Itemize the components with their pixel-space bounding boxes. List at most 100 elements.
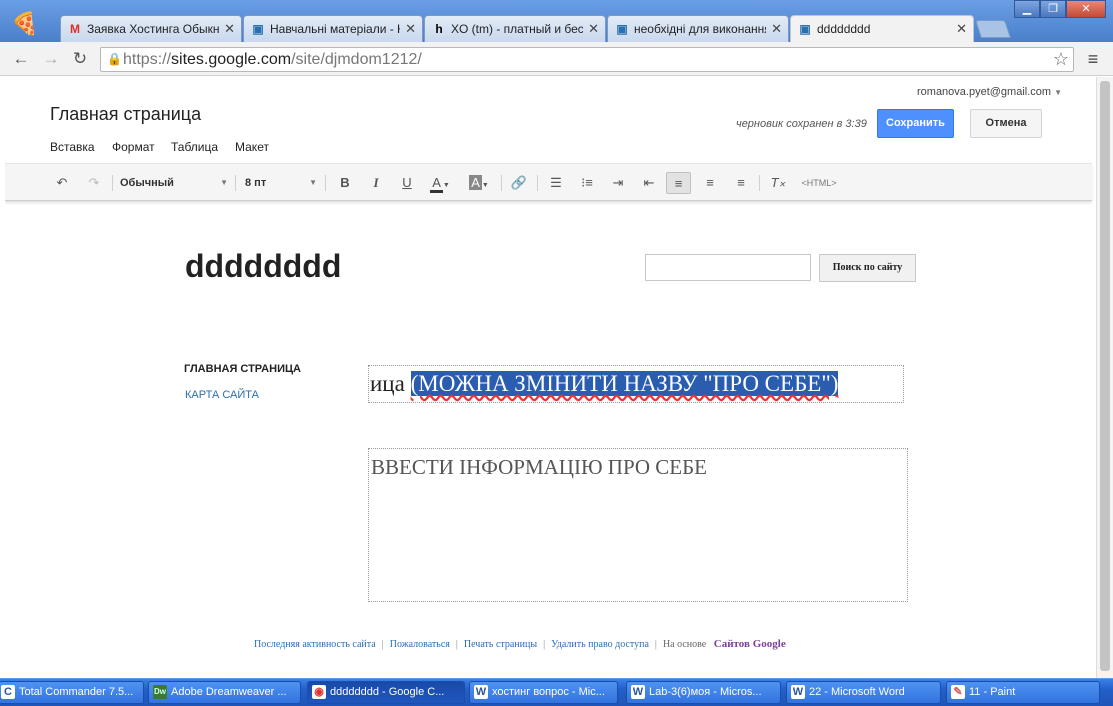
redo-icon[interactable]: ↷ (83, 172, 105, 194)
toolbar-separator (112, 175, 113, 191)
sidebar-item-home[interactable]: ГЛАВНАЯ СТРАНИЦА (184, 363, 301, 375)
total-commander-icon: C (1, 685, 15, 699)
footer-link-recent-activity[interactable]: Последняя активность сайта (254, 639, 376, 650)
tab-label: необхідні для виконання (634, 22, 766, 36)
taskbar-item-chrome[interactable]: ◉ dddddddd - Google C... (307, 681, 465, 704)
word-icon: W (474, 685, 488, 699)
content-area: ГЛАВНАЯ СТРАНИЦА КАРТА САЙТА ица (МОЖНА … (130, 333, 967, 617)
windows-taskbar: C Total Commander 7.5... Dw Adobe Dreamwea… (0, 678, 1113, 706)
taskbar-item-dreamweaver[interactable]: Dw Adobe Dreamweaver ... (148, 681, 301, 704)
window-minimize-button[interactable]: ▁ (1014, 0, 1040, 18)
reload-icon[interactable]: ↻ (69, 48, 91, 70)
draft-status: черновик сохранен в 3:39 (736, 118, 867, 130)
window-close-button[interactable]: ✕ (1066, 0, 1106, 18)
google-sites-icon: ▣ (616, 22, 628, 36)
tab-gmail[interactable]: M Заявка Хостинга Обыкно ✕ (60, 15, 242, 42)
hostinger-icon: h (435, 22, 443, 36)
toolbar-separator (759, 175, 760, 191)
page-body-editor[interactable]: ВВЕСТИ ІНФОРМАЦІЮ ПРО СЕБЕ (368, 448, 908, 602)
taskbar-item-paint[interactable]: ✎ 11 - Paint (946, 681, 1100, 704)
toolbar-separator (235, 175, 236, 191)
tab-label: Навчальні матеріали - Ког (270, 22, 400, 36)
site-search-button[interactable]: Поиск по сайту (819, 254, 916, 282)
undo-icon[interactable]: ↶ (51, 172, 73, 194)
address-bar[interactable]: 🔒 https://sites.google.com/site/djmdom12… (100, 47, 1074, 72)
footer-link-remove-access[interactable]: Удалить право доступа (551, 639, 649, 650)
taskbar-item-word-22[interactable]: W 22 - Microsoft Word (786, 681, 941, 704)
word-icon: W (631, 685, 645, 699)
chrome-avatar-icon: 🍕 (11, 11, 39, 36)
tab-dddddddd[interactable]: ▣ dddddddd ✕ (790, 15, 974, 42)
tab-hosting[interactable]: h XO (tm) - платный и беспл ✕ (424, 15, 606, 42)
toolbar-separator (325, 175, 326, 191)
taskbar-item-total-commander[interactable]: C Total Commander 7.5... (0, 681, 144, 704)
save-button[interactable]: Сохранить (877, 109, 954, 138)
scroll-thumb[interactable] (1100, 81, 1110, 671)
tab-close-icon[interactable]: ✕ (771, 16, 782, 42)
heading-selected-text: (МОЖНА ЗМІНИТИ НАЗВУ "ПРО СЕБЕ") (410, 371, 839, 396)
tab-label: dddddddd (817, 22, 871, 36)
menu-format[interactable]: Формат (112, 140, 155, 154)
sidebar-item-sitemap[interactable]: КАРТА САЙТА (185, 389, 259, 401)
site-search-input[interactable] (645, 254, 811, 281)
tab-close-icon[interactable]: ✕ (224, 16, 235, 42)
clear-formatting-icon[interactable]: T✕ (767, 172, 789, 194)
site-title: dddddddd (185, 248, 342, 284)
text-color-icon[interactable]: A ▼ (427, 172, 453, 194)
heading-text: ица (370, 371, 411, 396)
dreamweaver-icon: Dw (153, 685, 167, 699)
link-icon[interactable]: 🔗 (508, 172, 530, 194)
menu-layout[interactable]: Макет (235, 140, 269, 154)
lock-icon: 🔒 (107, 52, 122, 66)
cancel-button[interactable]: Отмена (970, 109, 1042, 138)
web-page: romanova.pyet@gmail.com ▼ Главная страни… (5, 77, 1096, 678)
font-size-select[interactable]: 8 пт ▼ (245, 172, 317, 194)
window-maximize-button[interactable]: ❐ (1040, 0, 1066, 18)
back-arrow-icon[interactable]: ← (10, 48, 32, 70)
tab-label: XO (tm) - платный и беспл (451, 22, 583, 36)
user-account[interactable]: romanova.pyet@gmail.com ▼ (917, 86, 1062, 98)
align-center-icon[interactable]: ≡ (699, 172, 721, 194)
bulleted-list-icon[interactable]: ⁝≡ (576, 172, 598, 194)
url-text: https://sites.google.com/site/djmdom1212… (123, 51, 422, 68)
chevron-down-icon: ▼ (220, 178, 228, 187)
bookmark-star-icon[interactable]: ☆ (1053, 49, 1069, 70)
tab-close-icon[interactable]: ✕ (956, 16, 967, 42)
browser-tab-bar: 🍕 M Заявка Хостинга Обыкно ✕ ▣ Навчальні… (0, 0, 1113, 42)
toolbar-separator (501, 175, 502, 191)
tab-learning-materials[interactable]: ▣ Навчальні матеріали - Ког ✕ (243, 15, 423, 42)
chevron-down-icon: ▼ (1054, 88, 1063, 97)
chrome-menu-icon[interactable]: ≡ (1082, 48, 1104, 70)
italic-icon[interactable]: I (366, 172, 386, 194)
taskbar-item-word-hosting[interactable]: Wхостинг вопрос - Mic... (469, 681, 618, 704)
footer-link-report[interactable]: Пожаловаться (390, 639, 450, 650)
footer-link-print[interactable]: Печать страницы (464, 639, 537, 650)
indent-icon[interactable]: ⇥ (607, 172, 629, 194)
bold-icon[interactable]: B (335, 172, 355, 194)
toolbar-separator (537, 175, 538, 191)
numbered-list-icon[interactable]: ☰ (545, 172, 567, 194)
tab-required[interactable]: ▣ необхідні для виконання ✕ (607, 15, 789, 42)
tab-label: Заявка Хостинга Обыкно (87, 22, 219, 36)
tab-close-icon[interactable]: ✕ (405, 16, 416, 42)
menu-insert[interactable]: Вставка (50, 140, 95, 154)
html-source-button[interactable]: <HTML> (799, 172, 839, 194)
taskbar-item-word-lab[interactable]: W Lab-3(6)моя - Micros... (626, 681, 781, 704)
editor-toolbar: ↶ ↷ Обычный ▼ 8 пт ▼ B I U A ▼ A ▼ 🔗 ☰ ⁝≡ ⇥ … (5, 163, 1092, 201)
google-sites-icon: ▣ (799, 22, 811, 36)
new-tab-button[interactable] (975, 20, 1011, 38)
body-text: ВВЕСТИ ІНФОРМАЦІЮ ПРО СЕБЕ (371, 455, 708, 479)
vertical-scrollbar[interactable] (1096, 77, 1113, 678)
align-left-icon[interactable]: ≡ (666, 172, 691, 194)
align-right-icon[interactable]: ≡ (730, 172, 752, 194)
forward-arrow-icon[interactable]: → (40, 48, 62, 70)
paragraph-style-select[interactable]: Обычный ▼ (120, 172, 228, 194)
outdent-icon[interactable]: ⇤ (638, 172, 660, 194)
google-sites-brand[interactable]: Сайтов Google (714, 638, 786, 650)
menu-table[interactable]: Таблица (171, 140, 218, 154)
page-heading-editor[interactable]: ица (МОЖНА ЗМІНИТИ НАЗВУ "ПРО СЕБЕ") (368, 365, 904, 403)
tab-close-icon[interactable]: ✕ (588, 16, 599, 42)
highlight-color-icon[interactable]: A ▼ (466, 172, 492, 194)
paint-icon: ✎ (951, 685, 965, 699)
underline-icon[interactable]: U (397, 172, 417, 194)
